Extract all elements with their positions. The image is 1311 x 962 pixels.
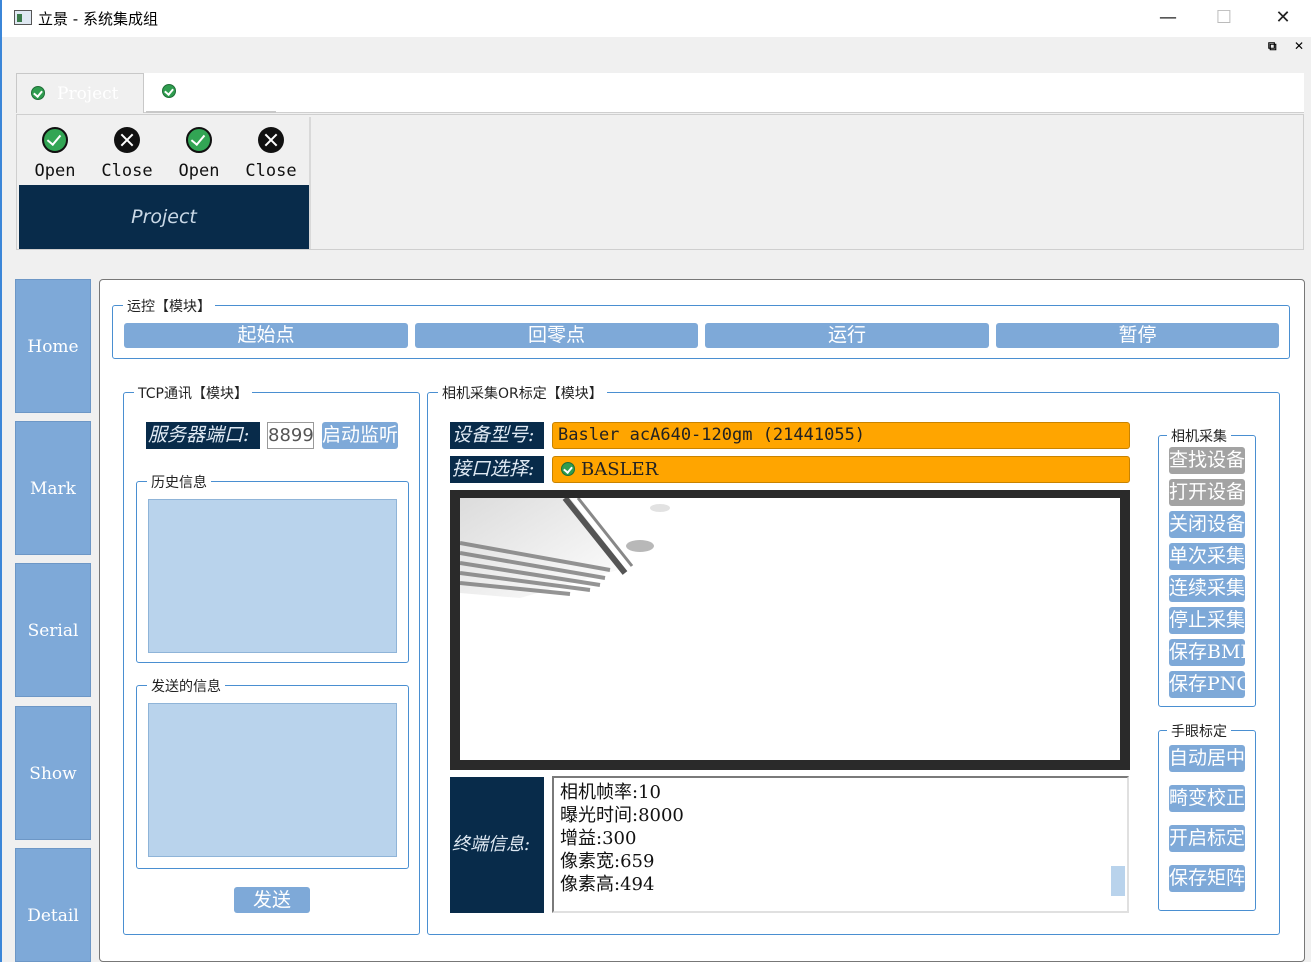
nav-mark[interactable]: Mark <box>15 421 91 555</box>
mdi-restore-icon[interactable]: ⧉ <box>1268 39 1277 54</box>
return-zero-button[interactable]: 回零点 <box>415 323 698 348</box>
check-circle-icon <box>186 127 212 153</box>
send-group: 发送的信息 <box>136 676 409 869</box>
tcp-group: TCP通讯【模块】 服务器端口: 8899 启动监听 历史信息 发送的信息 发送 <box>123 383 420 935</box>
minimize-button[interactable]: — <box>1157 8 1179 28</box>
pause-button[interactable]: 暂停 <box>996 323 1279 348</box>
single-capture-button[interactable]: 单次采集 <box>1169 543 1245 570</box>
close-label: Close <box>245 161 297 181</box>
nav-serial[interactable]: Serial <box>15 563 91 697</box>
camera-image-view[interactable] <box>450 490 1130 770</box>
send-textbox[interactable] <box>148 703 397 857</box>
run-button[interactable]: 运行 <box>705 323 989 348</box>
open-device-button[interactable]: 打开设备 <box>1169 479 1245 506</box>
terminal-line: 像素高:494 <box>560 874 655 895</box>
close-device-button[interactable]: 关闭设备 <box>1169 511 1245 538</box>
start-calibration-button[interactable]: 开启标定 <box>1169 825 1245 852</box>
stop-capture-button[interactable]: 停止采集 <box>1169 607 1245 634</box>
calibration-group: 手眼标定 自动居中 畸变校正 开启标定 保存矩阵 <box>1158 721 1256 911</box>
close-button[interactable]: Close <box>94 125 156 187</box>
save-matrix-button[interactable]: 保存矩阵 <box>1169 865 1245 892</box>
interface-select-value: BASLER <box>581 459 659 480</box>
check-icon <box>162 84 176 98</box>
save-png-button[interactable]: 保存PNG <box>1169 671 1245 698</box>
distortion-correction-button[interactable]: 畸变校正 <box>1169 785 1245 812</box>
check-icon <box>31 86 45 100</box>
title-bar[interactable]: 立景 - 系统集成组 — ☐ ✕ <box>2 0 1311 37</box>
close-window-button[interactable]: ✕ <box>1272 8 1294 28</box>
open-label: Open <box>178 161 220 181</box>
nav-show[interactable]: Show <box>15 706 91 840</box>
mdi-close-icon[interactable]: ✕ <box>1294 39 1304 53</box>
close-button[interactable]: Close <box>238 125 300 187</box>
nav-home[interactable]: Home <box>15 279 91 413</box>
interface-select-label: 接口选择: <box>450 456 544 483</box>
check-circle-icon <box>42 127 68 153</box>
device-model-select[interactable]: Basler acA640-120gm (21441055) <box>552 422 1130 449</box>
history-group-title: 历史信息 <box>147 472 211 492</box>
nav-detail[interactable]: Detail <box>15 848 91 962</box>
start-listen-button[interactable]: 启动监听 <box>322 422 398 449</box>
x-circle-icon <box>258 127 284 153</box>
maximize-button[interactable]: ☐ <box>1213 8 1235 28</box>
open-button[interactable]: Open <box>22 125 84 187</box>
auto-center-button[interactable]: 自动居中 <box>1169 745 1245 772</box>
mdi-control-row: ⧉ ✕ <box>2 37 1311 57</box>
send-button[interactable]: 发送 <box>234 887 310 913</box>
camera-image <box>460 498 1120 760</box>
ribbon-group-label: Project <box>19 185 309 249</box>
open-label: Open <box>34 161 76 181</box>
find-device-button[interactable]: 查找设备 <box>1169 447 1245 474</box>
terminal-textbox[interactable]: 相机帧率:10 曝光时间:8000 增益:300 像素宽:659 像素高:494 <box>552 776 1129 913</box>
calibration-group-title: 手眼标定 <box>1167 721 1231 741</box>
start-point-button[interactable]: 起始点 <box>124 323 408 348</box>
terminal-scrollbar-thumb[interactable] <box>1111 866 1125 896</box>
ribbon-tab-bar: Project <box>16 73 1304 113</box>
camera-group: 相机采集OR标定【模块】 设备型号: Basler acA640-120gm (… <box>427 383 1280 935</box>
app-icon <box>14 10 32 25</box>
device-model-label: 设备型号: <box>450 422 544 449</box>
window-title: 立景 - 系统集成组 <box>38 10 158 28</box>
terminal-label: 终端信息: <box>450 777 544 913</box>
main-panel: 运控【模块】 起始点 回零点 运行 暂停 TCP通讯【模块】 服务器端口: 88… <box>99 279 1305 962</box>
tab-second[interactable] <box>146 73 276 113</box>
save-bmp-button[interactable]: 保存BMP <box>1169 639 1245 666</box>
port-input[interactable]: 8899 <box>267 422 314 449</box>
capture-group: 相机采集 查找设备 打开设备 关闭设备 单次采集 连续采集 停止采集 保存BMP… <box>1158 426 1256 707</box>
app-window: 立景 - 系统集成组 — ☐ ✕ ⧉ ✕ Project Open Close <box>0 0 1311 962</box>
interface-select[interactable]: BASLER <box>552 456 1130 483</box>
close-label: Close <box>101 161 153 181</box>
tcp-group-title: TCP通讯【模块】 <box>134 383 252 403</box>
motion-group-title: 运控【模块】 <box>123 296 215 316</box>
camera-group-title: 相机采集OR标定【模块】 <box>438 383 607 403</box>
tab-project[interactable]: Project <box>16 73 144 113</box>
camera-frame-image <box>460 498 670 598</box>
tab-label: Project <box>57 84 119 104</box>
history-textbox[interactable] <box>148 499 397 653</box>
continuous-capture-button[interactable]: 连续采集 <box>1169 575 1245 602</box>
capture-group-title: 相机采集 <box>1167 426 1231 446</box>
history-group: 历史信息 <box>136 472 409 663</box>
send-group-title: 发送的信息 <box>147 676 225 696</box>
x-circle-icon <box>114 127 140 153</box>
check-icon <box>561 462 575 476</box>
motion-group: 运控【模块】 起始点 回零点 运行 暂停 <box>112 296 1290 359</box>
ribbon-panel: Open Close Open Close Project <box>16 114 1304 250</box>
ribbon-group-project: Open Close Open Close Project <box>19 117 311 249</box>
open-button[interactable]: Open <box>166 125 228 187</box>
server-port-label: 服务器端口: <box>146 422 260 449</box>
